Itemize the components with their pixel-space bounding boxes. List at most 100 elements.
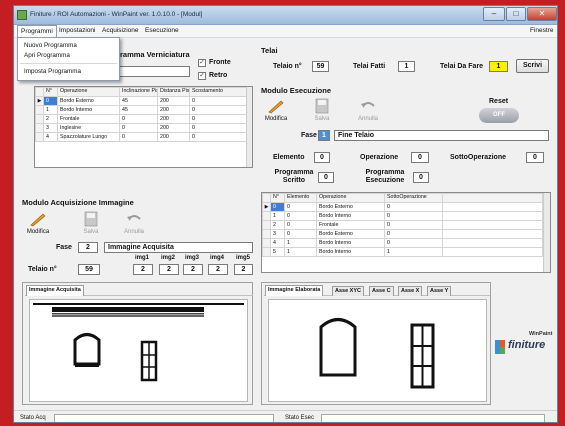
- table-cell[interactable]: 200: [157, 132, 190, 142]
- esecuzione-salva-button[interactable]: Salva: [307, 98, 337, 122]
- table-row[interactable]: 2 0 Frontale 0: [262, 220, 543, 230]
- img-counter-value[interactable]: 2: [133, 264, 153, 275]
- row-header[interactable]: [35, 123, 44, 133]
- table-cell[interactable]: 200: [157, 96, 190, 106]
- table-cell[interactable]: Bordo Esterno: [316, 202, 385, 212]
- table-cell[interactable]: Bordo Interno: [316, 238, 385, 248]
- table-cell[interactable]: 0: [270, 202, 285, 212]
- column-header[interactable]: Distanza Pistola: [157, 87, 190, 97]
- column-header[interactable]: N°: [43, 87, 58, 97]
- tab-asse-xyc[interactable]: Asse XYC: [332, 286, 364, 296]
- row-header[interactable]: [35, 114, 44, 124]
- acquisizione-salva-button[interactable]: Salva: [76, 211, 106, 235]
- img-counter-value[interactable]: 2: [208, 264, 228, 275]
- table-cell[interactable]: 2: [270, 220, 285, 230]
- table-cell[interactable]: 0: [384, 229, 443, 239]
- table-row[interactable]: 1 Bordo Interno 45 200 0: [35, 105, 248, 115]
- table-cell[interactable]: 200: [157, 123, 190, 133]
- table-row[interactable]: 1 0 Bordo Interno 0: [262, 211, 543, 221]
- table-cell[interactable]: 0: [189, 123, 248, 133]
- fase-number[interactable]: 1: [318, 130, 330, 141]
- esecuzione-annulla-button[interactable]: Annulla: [353, 98, 383, 122]
- acq-telaio-value[interactable]: 59: [78, 264, 100, 275]
- menu-finestre[interactable]: Finestre: [530, 27, 553, 34]
- table-cell[interactable]: 1: [43, 105, 58, 115]
- img-counter-value[interactable]: 2: [159, 264, 179, 275]
- table-cell[interactable]: 0: [384, 211, 443, 221]
- telai-da-fare-value[interactable]: 1: [489, 61, 508, 72]
- column-header[interactable]: SottoOperazione: [384, 193, 443, 203]
- menu-item-imposta-programma[interactable]: Imposta Programma: [24, 68, 81, 75]
- table-cell[interactable]: 0: [284, 211, 317, 221]
- menu-impostazioni[interactable]: Impostazioni: [59, 27, 96, 34]
- table-row[interactable]: 3 Inglesine 0 200 0: [35, 123, 248, 133]
- row-header[interactable]: [262, 211, 271, 221]
- table-cell[interactable]: Bordo Interno: [57, 105, 120, 115]
- programma-esecuzione-value[interactable]: 0: [413, 172, 429, 183]
- menu-item-apri-programma[interactable]: Apri Programma: [24, 52, 70, 59]
- table-cell[interactable]: Frontale: [57, 114, 120, 124]
- column-header[interactable]: Operazione: [316, 193, 385, 203]
- retro-checkbox[interactable]: ✓: [198, 72, 206, 80]
- table-cell[interactable]: Spazzolature Lungo: [57, 132, 120, 142]
- table-cell[interactable]: 200: [157, 105, 190, 115]
- table-cell[interactable]: Bordo Interno: [316, 247, 385, 257]
- table-cell[interactable]: 4: [43, 132, 58, 142]
- tab-immagine-acquisita[interactable]: Immagine Acquisita: [26, 285, 84, 296]
- table-row[interactable]: 3 0 Bordo Esterno 0: [262, 229, 543, 239]
- table-cell[interactable]: 1: [384, 247, 443, 257]
- img-counter-value[interactable]: 2: [183, 264, 203, 275]
- table-row[interactable]: 4 Spazzolature Lungo 0 200 0: [35, 132, 248, 142]
- column-header[interactable]: Inclinazione Pistola: [119, 87, 158, 97]
- table-cell[interactable]: 0: [119, 132, 158, 142]
- tab-asse-y[interactable]: Asse Y: [427, 286, 452, 296]
- row-header[interactable]: [262, 247, 271, 257]
- table-cell[interactable]: 0: [284, 229, 317, 239]
- table-cell[interactable]: 3: [270, 229, 285, 239]
- menu-item-nuovo-programma[interactable]: Nuovo Programma: [24, 42, 77, 49]
- acquisizione-annulla-button[interactable]: Annulla: [119, 211, 149, 235]
- esecuzione-modifica-button[interactable]: Modifica: [261, 98, 291, 122]
- scrivi-button[interactable]: Scrivi: [516, 59, 549, 73]
- table-row[interactable]: 5 1 Bordo Interno 1: [262, 247, 543, 257]
- operazione-value[interactable]: 0: [411, 152, 429, 163]
- table-cell[interactable]: Bordo Esterno: [316, 229, 385, 239]
- table-cell[interactable]: 0: [384, 238, 443, 248]
- column-header[interactable]: Scostamento: [189, 87, 248, 97]
- vertical-scrollbar[interactable]: [543, 193, 550, 272]
- table-cell[interactable]: Inglesine: [57, 123, 120, 133]
- table-cell[interactable]: Bordo Esterno: [57, 96, 120, 106]
- tab-immagine-elaborata[interactable]: Immagine Elaborata: [265, 285, 324, 296]
- row-header[interactable]: [262, 238, 271, 248]
- table-cell[interactable]: 5: [270, 247, 285, 257]
- tab-asse-x[interactable]: Asse X: [398, 286, 423, 296]
- table-cell[interactable]: 1: [284, 247, 317, 257]
- table-row[interactable]: ▶ 0 Bordo Esterno 45 200 0: [35, 96, 248, 106]
- maximize-button[interactable]: □: [506, 7, 526, 21]
- table-row[interactable]: ▶ 0 0 Bordo Esterno 0: [262, 202, 543, 212]
- table-cell[interactable]: 0: [189, 132, 248, 142]
- vertical-scrollbar[interactable]: [246, 87, 252, 167]
- table-cell[interactable]: 0: [384, 202, 443, 212]
- sottooperazione-value[interactable]: 0: [526, 152, 544, 163]
- telai-fatti-value[interactable]: 1: [398, 61, 415, 72]
- table-row[interactable]: 4 1 Bordo Interno 0: [262, 238, 543, 248]
- column-header[interactable]: Operazione: [57, 87, 120, 97]
- fase-name[interactable]: Fine Telaio: [334, 130, 549, 141]
- table-cell[interactable]: Bordo Interno: [316, 211, 385, 221]
- table-cell[interactable]: Frontale: [316, 220, 385, 230]
- table-cell[interactable]: 45: [119, 105, 158, 115]
- tab-asse-c[interactable]: Asse C: [369, 286, 394, 296]
- telaio-value[interactable]: 59: [312, 61, 329, 72]
- fronte-checkbox[interactable]: ✓: [198, 59, 206, 67]
- table-cell[interactable]: 4: [270, 238, 285, 248]
- table-cell[interactable]: 0: [189, 96, 248, 106]
- close-button[interactable]: ✕: [527, 7, 557, 21]
- table-cell[interactable]: 1: [270, 211, 285, 221]
- row-header[interactable]: [262, 220, 271, 230]
- row-header[interactable]: [35, 132, 44, 142]
- table-row[interactable]: 2 Frontale 0 200 0: [35, 114, 248, 124]
- table-cell[interactable]: 45: [119, 96, 158, 106]
- minimize-button[interactable]: –: [483, 7, 505, 21]
- menu-esecuzione[interactable]: Esecuzione: [145, 27, 179, 34]
